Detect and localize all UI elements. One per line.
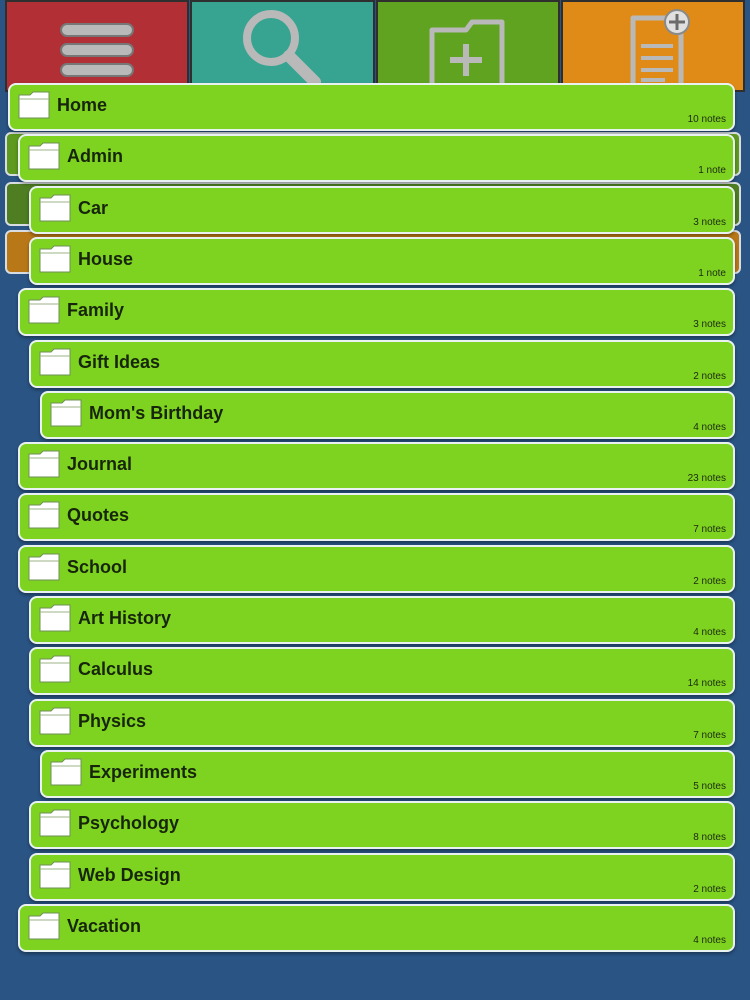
- folder-icon: [39, 707, 71, 735]
- folder-row[interactable]: Experiments 5 notes: [40, 750, 735, 798]
- folder-row[interactable]: Home 10 notes: [8, 83, 735, 131]
- folder-list: Home 10 notes Admin 1 note Car 3 notes House 1 …: [0, 0, 750, 1000]
- folder-icon: [50, 399, 82, 427]
- folder-row[interactable]: Mom's Birthday 4 notes: [40, 391, 735, 439]
- note-count: 10 notes: [687, 114, 726, 125]
- folder-icon: [39, 348, 71, 376]
- folder-row[interactable]: Journal 23 notes: [18, 442, 735, 490]
- note-count: 1 note: [698, 268, 726, 279]
- folder-icon: [50, 758, 82, 786]
- note-count: 4 notes: [693, 935, 726, 946]
- folder-icon: [28, 912, 60, 940]
- note-count: 3 notes: [693, 217, 726, 228]
- note-count: 4 notes: [693, 627, 726, 638]
- note-count: 1 note: [698, 165, 726, 176]
- folder-row[interactable]: Calculus 14 notes: [29, 647, 735, 695]
- note-count: 2 notes: [693, 576, 726, 587]
- folder-name: House: [78, 249, 134, 269]
- folder-icon: [39, 604, 71, 632]
- folder-name: Gift Ideas: [78, 352, 161, 372]
- folder-row[interactable]: Quotes 7 notes: [18, 493, 735, 541]
- folder-row[interactable]: Family 3 notes: [18, 288, 735, 336]
- folder-icon: [28, 501, 60, 529]
- folder-row[interactable]: Physics 7 notes: [29, 699, 735, 747]
- folder-name: Art History: [78, 608, 172, 628]
- folder-name: Journal: [67, 454, 133, 474]
- folder-name: Psychology: [78, 813, 180, 833]
- folder-row[interactable]: Vacation 4 notes: [18, 904, 735, 952]
- folder-icon: [28, 142, 60, 170]
- folder-row[interactable]: Admin 1 note: [18, 134, 735, 182]
- folder-icon: [28, 553, 60, 581]
- folder-row[interactable]: Car 3 notes: [29, 186, 735, 234]
- folder-icon: [39, 809, 71, 837]
- folder-name: Car: [78, 198, 109, 218]
- folder-row[interactable]: Gift Ideas 2 notes: [29, 340, 735, 388]
- folder-name: Calculus: [78, 659, 154, 679]
- folder-icon: [39, 861, 71, 889]
- note-count: 7 notes: [693, 524, 726, 535]
- note-count: 23 notes: [687, 473, 726, 484]
- folder-icon: [28, 296, 60, 324]
- folder-name: Admin: [67, 146, 123, 166]
- folder-name: Web Design: [78, 865, 181, 885]
- note-count: 8 notes: [693, 832, 726, 843]
- folder-name: Experiments: [89, 762, 198, 782]
- folder-name: Mom's Birthday: [89, 403, 224, 423]
- folder-name: Home: [57, 95, 108, 115]
- folder-icon: [39, 194, 71, 222]
- folder-row[interactable]: School 2 notes: [18, 545, 735, 593]
- note-count: 14 notes: [687, 678, 726, 689]
- folder-icon: [28, 450, 60, 478]
- folder-icon: [18, 91, 50, 119]
- folder-name: Quotes: [67, 505, 130, 525]
- folder-icon: [39, 655, 71, 683]
- folder-icon: [39, 245, 71, 273]
- folder-name: Vacation: [67, 916, 142, 936]
- folder-row[interactable]: House 1 note: [29, 237, 735, 285]
- note-count: 2 notes: [693, 371, 726, 382]
- folder-name: Family: [67, 300, 125, 320]
- note-count: 3 notes: [693, 319, 726, 330]
- note-count: 2 notes: [693, 884, 726, 895]
- note-count: 7 notes: [693, 730, 726, 741]
- note-count: 5 notes: [693, 781, 726, 792]
- folder-name: Physics: [78, 711, 147, 731]
- folder-row[interactable]: Art History 4 notes: [29, 596, 735, 644]
- folder-row[interactable]: Psychology 8 notes: [29, 801, 735, 849]
- note-count: 4 notes: [693, 422, 726, 433]
- folder-row[interactable]: Web Design 2 notes: [29, 853, 735, 901]
- folder-name: School: [67, 557, 128, 577]
